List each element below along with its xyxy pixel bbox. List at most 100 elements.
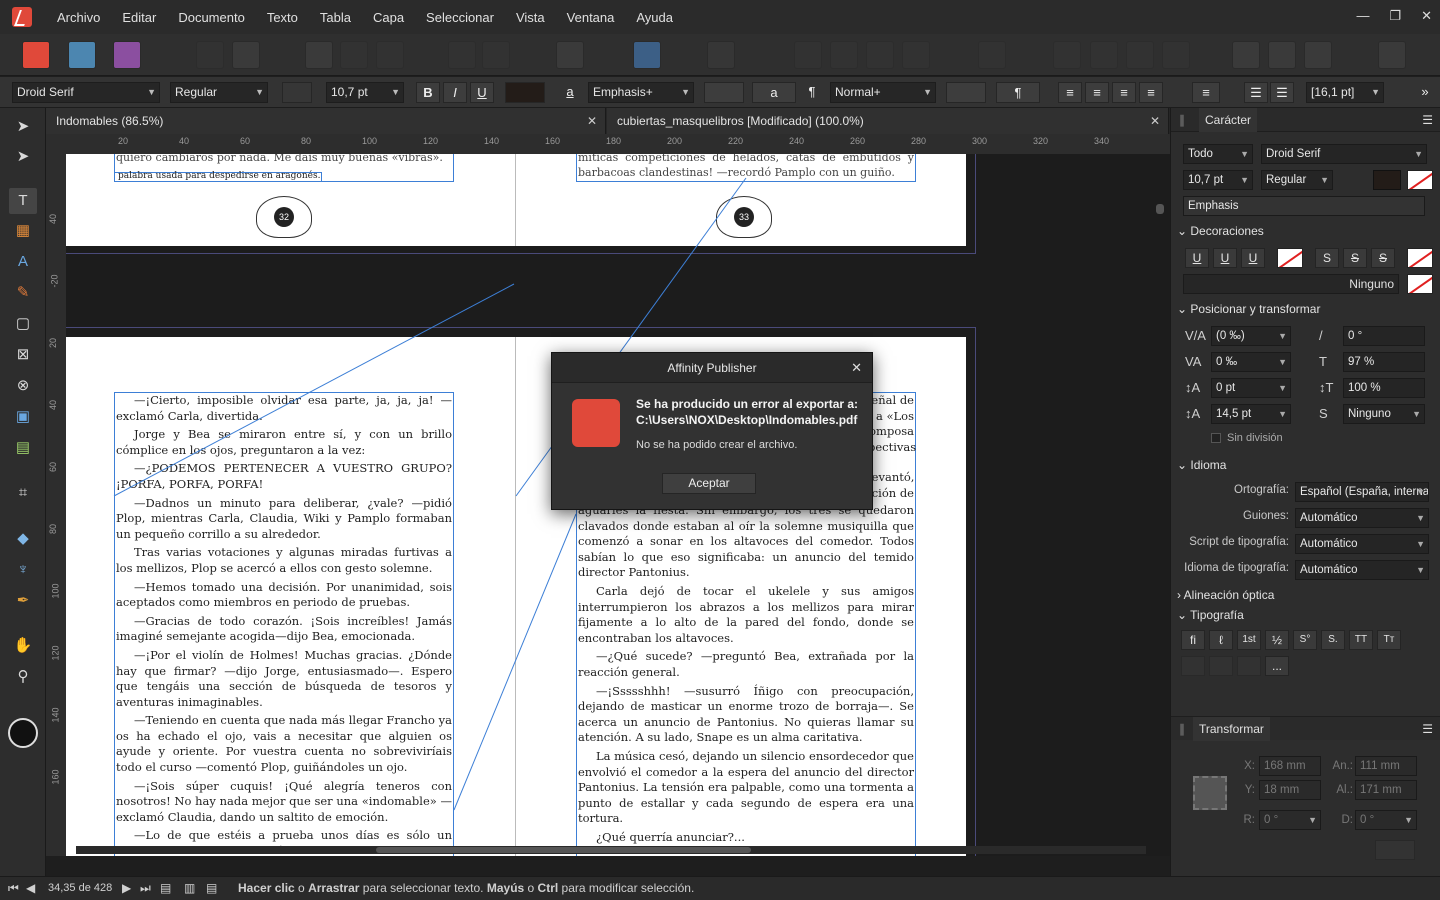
last-page-icon[interactable]: ⏭ — [140, 877, 151, 899]
baseline-field[interactable]: 0 pt ▼ — [1211, 378, 1291, 398]
panel-char-style-field[interactable]: Emphasis — [1183, 196, 1425, 216]
panel-font-select[interactable]: Droid Serif ▼ — [1261, 144, 1427, 164]
transparency-tool-icon[interactable]: ♆ — [9, 557, 37, 583]
shear-transform-field[interactable]: 0 ° ▼ — [1355, 810, 1417, 830]
shear-field[interactable]: 0 ° — [1343, 326, 1425, 346]
scroll-thumb[interactable] — [376, 847, 751, 853]
character-style-icon[interactable] — [282, 82, 312, 103]
flip-v-icon[interactable] — [1090, 41, 1118, 69]
frame-text-icon[interactable] — [633, 41, 661, 69]
all-caps-button[interactable]: TT — [1349, 630, 1373, 650]
close-window-button[interactable]: ✕ — [1421, 8, 1432, 24]
typography-language-select[interactable]: Automático ▼ — [1295, 560, 1429, 580]
menu-ventana[interactable]: Ventana — [567, 10, 615, 25]
leading-field[interactable]: [16,1 pt] ▼ — [1306, 82, 1384, 103]
boolean-icon[interactable] — [1162, 41, 1190, 69]
italic-button[interactable]: I — [443, 82, 467, 103]
text-color-swatch[interactable] — [505, 82, 545, 103]
minimize-button[interactable]: — — [1356, 8, 1369, 24]
hand-tool-icon[interactable]: ✋ — [9, 633, 37, 659]
strikethrough-button[interactable]: S — [1343, 248, 1367, 268]
align-left-icon[interactable]: ≡ — [1058, 82, 1082, 103]
section-alineacion-optica[interactable]: › Alineación óptica — [1177, 588, 1274, 602]
menu-capa[interactable]: Capa — [373, 10, 404, 25]
first-page-icon[interactable]: ⏮ — [8, 877, 19, 899]
text-wrap-icon[interactable] — [556, 41, 584, 69]
more-typography-button[interactable]: ... — [1265, 656, 1289, 676]
panel-menu-icon[interactable]: ☰ — [1422, 108, 1433, 132]
prev-page-icon[interactable]: ◀ — [26, 877, 35, 899]
y-field[interactable]: 18 mm — [1259, 780, 1321, 800]
panel-grip-icon[interactable]: ∥ — [1179, 717, 1185, 741]
document-icon[interactable]: ▤ — [206, 877, 217, 899]
width-field[interactable]: 111 mm — [1355, 756, 1417, 776]
place-image-tool-icon[interactable]: ▣ — [9, 404, 37, 430]
menu-tabla[interactable]: Tabla — [320, 10, 351, 25]
numbered-list-icon[interactable]: ☰ — [1270, 82, 1294, 103]
panel-highlight-none-swatch[interactable] — [1407, 170, 1433, 190]
panel-menu-icon[interactable]: ☰ — [1422, 717, 1433, 741]
master-pages-icon[interactable]: ▥ — [184, 877, 195, 899]
zoom-tool-icon[interactable]: ⚲ — [9, 664, 37, 690]
designer-persona-icon[interactable] — [68, 41, 96, 69]
menu-seleccionar[interactable]: Seleccionar — [426, 10, 494, 25]
dialog-close-icon[interactable]: ✕ — [851, 360, 862, 376]
bullet-list-icon[interactable]: ☰ — [1244, 82, 1268, 103]
bold-button[interactable]: B — [416, 82, 440, 103]
update-char-style-icon[interactable] — [704, 82, 744, 103]
accept-button[interactable]: Aceptar — [662, 473, 756, 494]
update-para-style-icon[interactable] — [946, 82, 986, 103]
preflight-icon[interactable] — [196, 41, 224, 69]
align-icon[interactable] — [978, 41, 1006, 69]
superscript-button[interactable]: S° — [1293, 630, 1317, 650]
preview-icon[interactable] — [340, 41, 368, 69]
rotate-icon[interactable] — [1126, 41, 1154, 69]
character-style-select[interactable]: Emphasis+ ▼ — [588, 82, 694, 103]
section-posicionar[interactable]: ⌄ Posicionar y transformar — [1177, 302, 1320, 316]
more-options-button[interactable]: » — [1414, 82, 1436, 103]
small-caps-button[interactable]: Tт — [1377, 630, 1401, 650]
tab-cubiertas[interactable]: cubiertas_masquelibros [Modificado] (100… — [607, 108, 1169, 134]
table-tool-icon[interactable]: ▦ — [9, 218, 37, 244]
tab-close-icon[interactable]: ✕ — [1150, 108, 1160, 134]
anchor-icon[interactable] — [482, 41, 510, 69]
horizontal-scale-field[interactable]: 100 % — [1343, 378, 1425, 398]
pin-icon[interactable] — [448, 41, 476, 69]
arrange-back-icon[interactable] — [794, 41, 822, 69]
account-user-icon[interactable] — [1378, 41, 1406, 69]
horizontal-scrollbar[interactable] — [76, 846, 1146, 854]
pages-panel-icon[interactable]: ▤ — [160, 877, 171, 899]
contextual-icon[interactable] — [1237, 656, 1261, 676]
fractions-button[interactable]: ½ — [1265, 630, 1289, 650]
font-family-select[interactable]: Droid Serif ▼ — [12, 82, 160, 103]
fill-tool-icon[interactable]: ◆ — [9, 526, 37, 552]
swash-icon[interactable] — [1209, 656, 1233, 676]
ordinals-button[interactable]: 1st — [1237, 630, 1261, 650]
color-swatch-icon[interactable] — [8, 718, 38, 748]
tab-close-icon[interactable]: ✕ — [587, 108, 597, 134]
section-idioma[interactable]: ⌄ Idioma — [1177, 458, 1226, 472]
panel-leading-field[interactable]: 14,5 pt ▼ — [1211, 404, 1291, 424]
crop-tool-icon[interactable]: ⌗ — [9, 480, 37, 506]
vertical-scroll-thumb[interactable] — [1156, 204, 1164, 214]
underline-single-button[interactable]: U — [1185, 248, 1209, 268]
picture-frame-tool-icon[interactable]: ⊠ — [9, 342, 37, 368]
menu-editar[interactable]: Editar — [122, 10, 156, 25]
panel-style-select[interactable]: Regular ▼ — [1261, 170, 1333, 190]
rotation-field[interactable]: 0 ° ▼ — [1259, 810, 1321, 830]
panel-tab-transformar[interactable]: Transformar — [1193, 717, 1270, 741]
ellipse-frame-tool-icon[interactable]: ⊗ — [9, 373, 37, 399]
move-tool-icon[interactable]: ➤ — [9, 114, 37, 140]
restore-button[interactable]: ❐ — [1389, 8, 1401, 24]
justify-icon[interactable]: ≡ — [1139, 82, 1163, 103]
section-tipografia[interactable]: ⌄ Tipografía — [1177, 608, 1244, 622]
photo-persona-icon[interactable] — [113, 41, 141, 69]
vertical-align-icon[interactable]: ≡ — [1192, 82, 1220, 103]
arrange-front-icon[interactable] — [902, 41, 930, 69]
transform-options-icon[interactable] — [1375, 840, 1415, 860]
anchor-point-selector[interactable] — [1193, 776, 1227, 810]
no-break-checkbox[interactable] — [1211, 433, 1221, 443]
align-center-icon[interactable]: ≡ — [1085, 82, 1109, 103]
menu-archivo[interactable]: Archivo — [57, 10, 100, 25]
menu-vista[interactable]: Vista — [516, 10, 545, 25]
